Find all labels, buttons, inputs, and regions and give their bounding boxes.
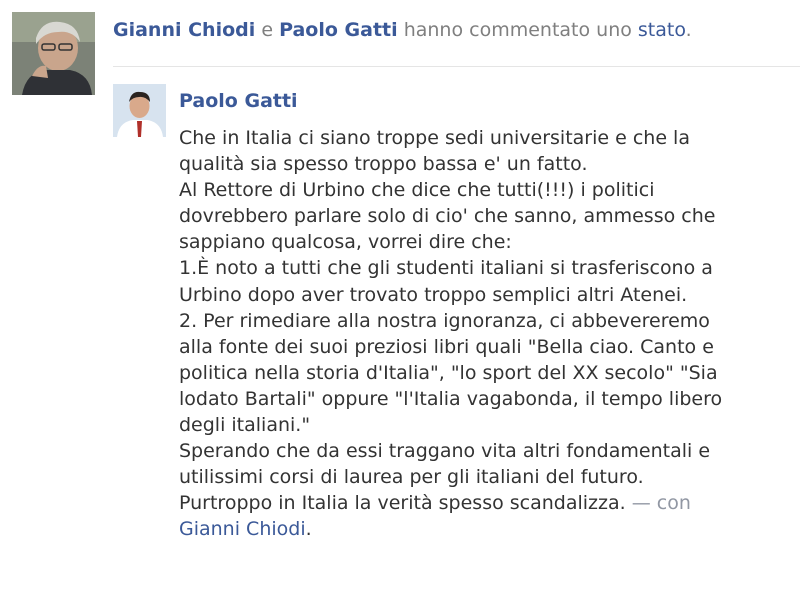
profile-photo-icon	[12, 12, 95, 95]
post-author-link[interactable]: Paolo Gatti	[179, 89, 298, 113]
message-line: 1.È noto a tutti che gli studenti italia…	[179, 257, 713, 280]
message-line: politica nella storia d'Italia", "lo spo…	[179, 361, 718, 384]
message-line: 2. Per rimediare alla nostra ignoranza, …	[179, 309, 710, 332]
tagged-user-link[interactable]: Gianni Chiodi	[179, 518, 306, 540]
with-separator: — con	[625, 492, 691, 515]
header-end-punct: .	[685, 19, 692, 41]
message-line: Urbino dopo aver trovato troppo semplici…	[179, 283, 688, 306]
divider	[113, 66, 800, 67]
message-line: sappiano qualcosa, vorrei dire che:	[179, 231, 512, 254]
author-profile-photo[interactable]	[113, 84, 166, 137]
message-line: degli italiani."	[179, 414, 311, 437]
message-line: dovrebbero parlare solo di cio' che sann…	[179, 205, 716, 228]
message-line: lodato Bartali" oppure "l'Italia vagabon…	[179, 387, 723, 410]
actor-profile-photo[interactable]	[12, 12, 95, 95]
message-line: Al Rettore di Urbino che dice che tutti(…	[179, 179, 655, 202]
story-header: Gianni Chiodi e Paolo Gatti hanno commen…	[113, 18, 692, 42]
tagged-line: Gianni Chiodi.	[179, 516, 794, 542]
message-line: utilissimi corsi di laurea per gli itali…	[179, 466, 644, 489]
post-message: Che in Italia ci siano troppe sedi unive…	[179, 125, 794, 543]
message-text: Purtroppo in Italia la verità spesso sca…	[179, 492, 626, 515]
profile-photo-icon	[113, 84, 166, 137]
message-line-last: Purtroppo in Italia la verità spesso sca…	[179, 490, 794, 516]
actor-link-1[interactable]: Gianni Chiodi	[113, 19, 255, 41]
tagged-end-punct: .	[305, 518, 312, 541]
message-line: Sperando che da essi traggano vita altri…	[179, 440, 711, 463]
message-line: qualità sia spesso troppo bassa e' un fa…	[179, 153, 588, 176]
status-link[interactable]: stato	[638, 19, 686, 41]
message-line: alla fonte dei suoi preziosi libri quali…	[179, 335, 714, 358]
conjunction-text: e	[261, 19, 274, 41]
action-text: hanno commentato uno	[403, 19, 632, 41]
message-line: Che in Italia ci siano troppe sedi unive…	[179, 127, 690, 149]
actor-link-2[interactable]: Paolo Gatti	[279, 19, 398, 41]
